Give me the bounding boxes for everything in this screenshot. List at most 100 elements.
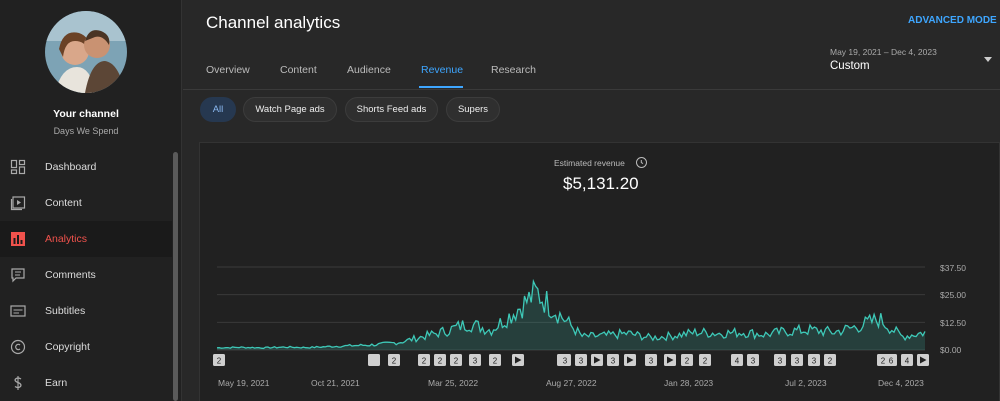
video-marker: 2 [681,354,693,366]
video-marker: 3 [747,354,759,366]
channel-name: Days We Spend [53,126,119,136]
svg-text:2: 2 [454,357,459,366]
video-marker: 2 [213,354,225,366]
analytics-icon [11,232,25,246]
date-range-mode[interactable]: Custom [830,60,870,72]
svg-text:2: 2 [438,357,443,366]
video-marker: 2 [388,354,400,366]
sidebar: Your channel Days We Spend Dashboard Con… [0,0,182,401]
channel-title: Your channel [53,108,119,120]
video-marker: 3 [559,354,571,366]
chip-all[interactable]: All [200,97,236,122]
svg-text:2: 2 [392,357,397,366]
x-tick-label: Mar 25, 2022 [428,378,479,388]
video-marker: 3 [607,354,619,366]
video-marker [664,354,676,366]
video-marker: 2 [489,354,501,366]
metric-value: $5,131.20 [563,174,639,193]
video-marker: 3 [774,354,786,366]
svg-text:3: 3 [611,357,616,366]
svg-text:3: 3 [579,357,584,366]
x-tick-label: Oct 21, 2021 [311,378,360,388]
y-tick-label: $37.50 [940,263,966,273]
sidebar-item-label: Dashboard [45,161,97,173]
svg-text:3: 3 [473,357,478,366]
y-tick-label: $0.00 [940,345,962,355]
tab-revenue[interactable]: Revenue [421,64,463,76]
y-tick-label: $25.00 [940,290,966,300]
video-marker: 3 [791,354,803,366]
clock-icon[interactable] [636,157,647,168]
svg-text:3: 3 [563,357,568,366]
video-marker [591,354,603,366]
video-marker [512,354,524,366]
svg-text:4: 4 [735,357,740,366]
x-tick-label: Jul 2, 2023 [785,378,827,388]
video-marker [624,354,636,366]
series-area [217,281,925,350]
sidebar-item-dashboard[interactable]: Dashboard [0,149,172,185]
svg-text:3: 3 [649,357,654,366]
copyright-icon [10,339,26,355]
page-title: Channel analytics [206,13,341,32]
svg-text:3: 3 [751,357,756,366]
x-tick-label: Aug 27, 2022 [546,378,597,388]
revenue-chart[interactable]: 2222232333322433332264 [205,255,937,370]
dashboard-icon [10,159,26,175]
video-marker: 3 [808,354,820,366]
sidebar-item-analytics[interactable]: Analytics [0,221,172,257]
tab-overview[interactable]: Overview [206,64,250,76]
chip-supers[interactable]: Supers [446,97,500,122]
sidebar-scrollbar[interactable] [173,152,178,401]
sidebar-item-earn[interactable]: Earn [0,365,172,401]
tab-audience[interactable]: Audience [347,64,391,76]
header-divider [183,89,1000,90]
sidebar-item-comments[interactable]: Comments [0,257,172,293]
svg-text:3: 3 [795,357,800,366]
sidebar-item-content[interactable]: Content [0,185,172,221]
sidebar-item-copyright[interactable]: Copyright [0,329,172,365]
subtitles-icon [10,305,26,317]
earn-icon [14,376,22,390]
chevron-down-icon[interactable] [984,57,992,62]
video-marker: 2 [824,354,836,366]
svg-text:2: 2 [703,357,708,366]
svg-text:2: 2 [828,357,833,366]
sidebar-item-label: Subtitles [45,305,86,317]
sidebar-item-label: Content [45,197,82,209]
x-tick-label: Dec 4, 2023 [878,378,924,388]
content-icon [10,196,26,211]
video-marker: 3 [645,354,657,366]
date-range-label[interactable]: May 19, 2021 – Dec 4, 2023 [830,47,937,57]
svg-text:2: 2 [685,357,690,366]
sidebar-item-label: Comments [45,269,96,281]
y-tick-label: $12.50 [940,318,966,328]
svg-text:2: 2 [217,357,222,366]
video-marker: 2 [450,354,462,366]
svg-text:3: 3 [812,357,817,366]
video-marker: 4 [731,354,743,366]
chip-watch-page-ads[interactable]: Watch Page ads [243,97,337,122]
svg-text:3: 3 [778,357,783,366]
video-marker: 3 [469,354,481,366]
sidebar-item-label: Copyright [45,341,90,353]
video-marker: 2 [418,354,430,366]
svg-text:2: 2 [493,357,498,366]
active-tab-indicator [419,86,463,88]
chip-shorts-feed-ads[interactable]: Shorts Feed ads [345,97,438,122]
video-marker: 2 [699,354,711,366]
sidebar-item-subtitles[interactable]: Subtitles [0,293,172,329]
metric-label: Estimated revenue [554,158,625,168]
svg-text:6: 6 [889,357,894,366]
video-marker: 3 [575,354,587,366]
x-tick-label: May 19, 2021 [218,378,270,388]
tab-content[interactable]: Content [280,64,317,76]
sidebar-item-label: Analytics [45,233,88,245]
advanced-mode-button[interactable]: ADVANCED MODE [908,15,997,26]
sidebar-item-label: Earn [45,377,68,389]
avatar[interactable] [45,11,127,93]
video-marker [917,354,929,366]
x-tick-label: Jan 28, 2023 [664,378,714,388]
tab-research[interactable]: Research [491,64,536,76]
video-marker: 6 [885,354,897,366]
